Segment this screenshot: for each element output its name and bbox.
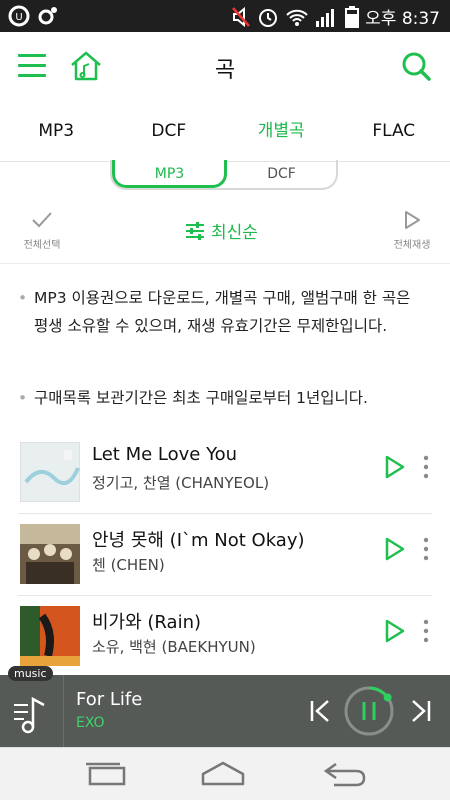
- notice-retention: • 구매목록 보관기간은 최초 구매일로부터 1년입니다.: [18, 384, 418, 412]
- song-artist: 소유, 백현 (BAEKHYUN): [92, 638, 256, 656]
- signal-icon: [316, 8, 335, 27]
- notice-ownership: • MP3 이용권으로 다운로드, 개별곡 구매, 앨범구매 한 곡은 평생 소…: [18, 284, 418, 340]
- tab-dcf[interactable]: DCF: [113, 100, 226, 161]
- battery-icon: [345, 5, 360, 28]
- song-title: 안녕 못해 (I`m Not Okay): [92, 530, 305, 551]
- pause-progress-button[interactable]: [343, 685, 395, 737]
- status-left-icons: U: [8, 5, 58, 27]
- sort-label: 최신순: [211, 223, 258, 243]
- tab-mp3[interactable]: MP3: [0, 100, 113, 161]
- song-artist: 첸 (CHEN): [92, 556, 165, 574]
- tab-flac[interactable]: FLAC: [338, 100, 450, 161]
- search-icon[interactable]: [400, 50, 432, 82]
- svg-text:U: U: [15, 12, 22, 23]
- song-row[interactable]: 비가와 (Rain) 소유, 백현 (BAEKHYUN): [0, 596, 450, 678]
- status-right-icons: 오후 8:37: [231, 4, 440, 29]
- playlist-music-icon: [14, 696, 45, 734]
- play-icon[interactable]: [384, 618, 406, 644]
- more-vertical-icon[interactable]: [420, 536, 432, 562]
- check-icon: [32, 212, 52, 228]
- album-art: [20, 606, 80, 666]
- format-segment-control: MP3 DCF: [110, 160, 338, 190]
- page-title: 곡: [214, 58, 236, 83]
- segment-mp3[interactable]: MP3: [112, 160, 227, 188]
- previous-track-icon[interactable]: [309, 699, 331, 723]
- play-icon[interactable]: [384, 536, 406, 562]
- list-toolbar: 전체선택 최신순 전체재생: [0, 198, 450, 264]
- song-row[interactable]: Let Me Love You 정기고, 찬열 (CHANYEOL): [0, 432, 450, 514]
- tab-individual-songs[interactable]: 개별곡: [225, 100, 338, 161]
- song-row[interactable]: 안녕 못해 (I`m Not Okay) 첸 (CHEN): [0, 514, 450, 596]
- back-icon[interactable]: [322, 760, 368, 788]
- sort-button[interactable]: 최신순: [185, 218, 258, 243]
- system-nav-bar: [0, 747, 450, 800]
- bullet-icon: •: [18, 289, 28, 307]
- album-art: [20, 442, 80, 502]
- more-vertical-icon[interactable]: [420, 618, 432, 644]
- next-track-icon[interactable]: [410, 699, 432, 723]
- music-badge: music: [8, 666, 53, 681]
- notice-text: 구매목록 보관기간은 최초 구매일로부터 1년입니다.: [34, 389, 368, 407]
- more-vertical-icon[interactable]: [420, 454, 432, 480]
- album-art: [20, 524, 80, 584]
- song-title: 비가와 (Rain): [92, 612, 201, 633]
- mini-player[interactable]: For Life EXO: [0, 675, 450, 747]
- alarm-icon: [259, 8, 278, 27]
- bullet-icon: •: [18, 389, 28, 407]
- wifi-icon: [286, 9, 308, 26]
- status-bar: U 오후 8:37: [0, 0, 450, 32]
- play-all-button[interactable]: 전체재생: [384, 210, 440, 251]
- playlist-button[interactable]: [0, 675, 64, 747]
- select-all-label: 전체선택: [23, 240, 61, 251]
- app-circle-icon: [38, 7, 57, 25]
- select-all-button[interactable]: 전체선택: [14, 210, 70, 251]
- mute-icon: [232, 6, 251, 27]
- song-artist: 정기고, 찬열 (CHANYEOL): [92, 474, 270, 492]
- status-time: 오후 8:37: [365, 9, 440, 29]
- play-icon[interactable]: [384, 454, 406, 480]
- sort-sliders-icon: [186, 221, 204, 240]
- u-plus-icon: U: [8, 5, 30, 27]
- recent-apps-icon[interactable]: [82, 760, 128, 788]
- home-icon[interactable]: [200, 760, 246, 788]
- segment-dcf[interactable]: DCF: [227, 160, 336, 188]
- app-header: 곡: [0, 32, 450, 100]
- notice-text: MP3 이용권으로 다운로드, 개별곡 구매, 앨범구매 한 곡은 평생 소유할…: [34, 289, 411, 335]
- category-tabs: MP3 DCF 개별곡 FLAC: [0, 100, 450, 162]
- song-title: Let Me Love You: [92, 444, 238, 465]
- now-playing-artist: EXO: [76, 715, 105, 731]
- now-playing-title: For Life: [76, 689, 143, 710]
- play-all-label: 전체재생: [393, 240, 431, 251]
- play-outline-icon: [405, 211, 420, 229]
